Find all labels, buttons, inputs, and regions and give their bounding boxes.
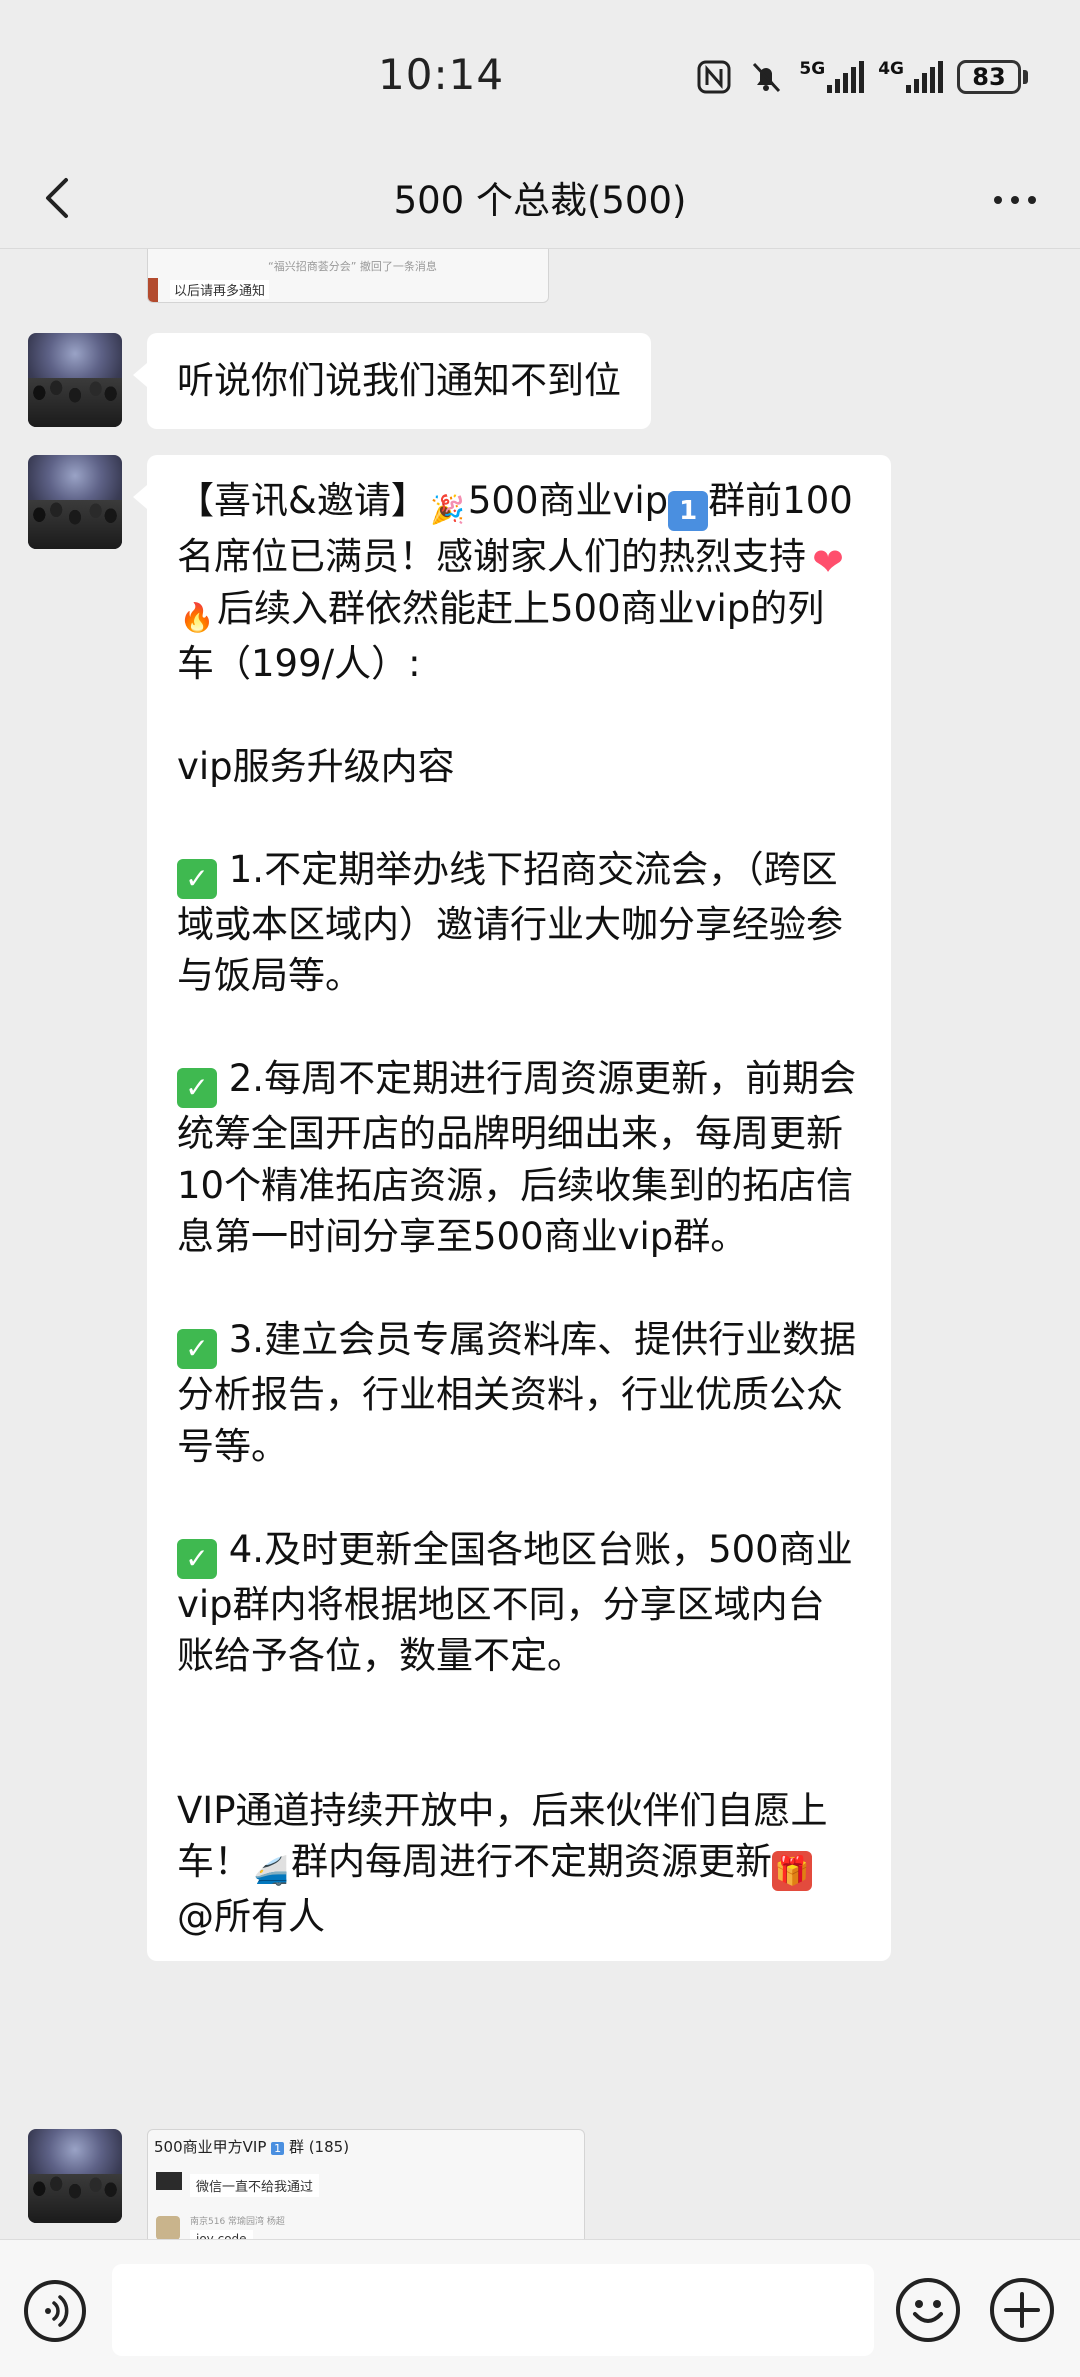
voice-button[interactable]: [24, 2280, 86, 2342]
avatar[interactable]: [28, 333, 122, 427]
message-line: 2.每周不定期进行周资源更新，前期会统筹全国开店的品牌明细出来，每周更新10个精…: [177, 1057, 857, 1258]
check-mark-icon: ✓: [177, 1329, 217, 1369]
clock: 10:14: [378, 50, 505, 99]
voice-icon: [45, 2295, 69, 2327]
signal-5g: 5G: [799, 59, 865, 93]
card-snippet: 以后请再多通知: [170, 280, 270, 299]
message-text: 【喜讯&邀请】🎉500商业vip 1 群前100名席位已满员！感谢家人们的热烈支持 ❤: [177, 475, 861, 583]
chat-title: 500 个总裁(500): [393, 179, 687, 222]
status-bar: 10:14 5G 4G 83: [0, 0, 1080, 150]
message-text: 听说你们说我们通知不到位: [177, 359, 621, 402]
network-5g-label: 5G: [799, 59, 826, 79]
check-mark-icon: ✓: [177, 1538, 217, 1579]
card-title-count: 群 (185): [288, 2138, 350, 2156]
top-image-card[interactable]: “福兴招商荟分会” 撤回了一条消息 以后请再多通知: [147, 249, 549, 303]
message-line: 1.不定期举办线下招商交流会，（跨区域或本区域内）邀请行业大咖分享经验参与饭局等…: [177, 847, 843, 998]
more-button[interactable]: [980, 172, 1050, 228]
network-4g-label: 4G: [878, 59, 904, 79]
keycap-one-icon: 1: [668, 491, 709, 531]
gift-icon: 🎁: [772, 1851, 812, 1891]
plus-icon: [1004, 2292, 1040, 2328]
card-message: 微信一直不给我通过: [190, 2174, 320, 2197]
nfc-icon: [697, 60, 731, 94]
keycap-one-icon: 1: [271, 2142, 285, 2155]
status-icons: 5G 4G 83: [695, 54, 1028, 100]
group-screenshot-card[interactable]: 500商业甲方VIP 1 群 (185) 微信一直不给我通过 南京516 常瑜园…: [147, 2129, 585, 2239]
fire-icon: 🔥: [179, 600, 215, 634]
message-bubble[interactable]: 【喜讯&邀请】🎉500商业vip 1 群前100名席位已满员！感谢家人们的热烈支持 ❤…: [133, 455, 891, 1961]
message-line: 群内每周进行不定期资源更新: [291, 1840, 772, 1883]
recall-notice: “福兴招商荟分会” 撤回了一条消息: [268, 260, 437, 273]
card-avatar: [156, 2216, 180, 2239]
check-mark-icon: ✓: [177, 1068, 217, 1108]
message-input[interactable]: [112, 2264, 874, 2356]
heart-icon: ❤: [812, 540, 844, 584]
chat-header: 500 个总裁(500): [0, 150, 1080, 249]
card-avatar: [156, 2172, 182, 2190]
message-line: 【喜讯&邀请】: [177, 479, 428, 522]
message-line: 3.建立会员专属资料库、提供行业数据分析报告，行业相关资料，行业优质公众号等。: [177, 1318, 857, 1468]
party-popper-icon: 🎉: [430, 493, 466, 526]
more-dots-icon: [994, 196, 1002, 204]
signal-4g: 4G: [878, 61, 943, 93]
smile-icon: [913, 2300, 943, 2323]
check-mark-icon: ✓: [177, 858, 217, 899]
message-line: 后续入群依然能赶上500商业vip的列车（199/人）:: [177, 586, 825, 685]
message-bubble[interactable]: 听说你们说我们通知不到位: [133, 333, 651, 429]
message-line: 4.及时更新全国各地区台账，500商业vip群内将根据地区不同，分享区域内台账给…: [177, 1527, 853, 1678]
card-title: 500商业甲方VIP: [154, 2138, 267, 2156]
message-line: vip服务升级内容: [177, 744, 455, 788]
mute-bell-icon: [753, 62, 781, 93]
card-message: joy code: [190, 2230, 253, 2239]
emoji-button[interactable]: [896, 2278, 960, 2342]
avatar[interactable]: [28, 2129, 122, 2223]
battery-level: 83: [957, 60, 1021, 94]
plus-button[interactable]: [990, 2278, 1054, 2342]
battery-icon: 83: [957, 60, 1028, 94]
bullet-train-icon: 🚄: [253, 1854, 289, 1887]
input-bar: [0, 2239, 1080, 2377]
avatar[interactable]: [28, 455, 122, 549]
message-list[interactable]: “福兴招商荟分会” 撤回了一条消息 以后请再多通知 听说你们说我们通知不到位 【…: [0, 249, 1080, 2239]
mention-all[interactable]: @所有人: [177, 1891, 861, 1943]
message-line: 500商业vip: [467, 479, 669, 522]
card-sender: 南京516 常瑜园湾 杨超: [190, 2217, 285, 2227]
